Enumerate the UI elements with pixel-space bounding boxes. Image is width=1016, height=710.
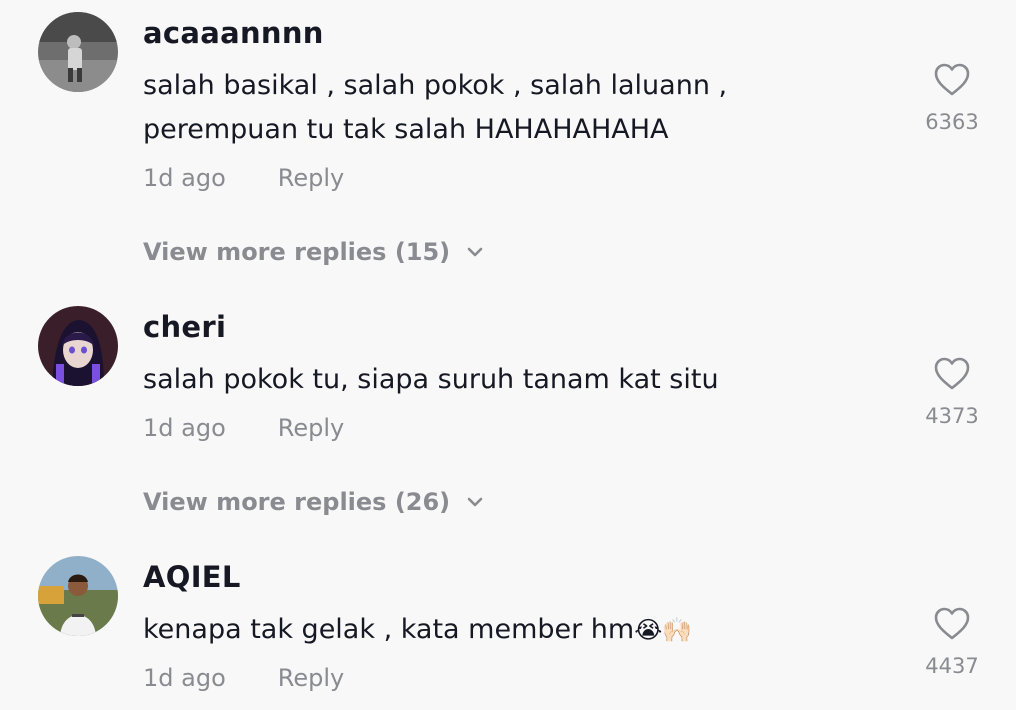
heart-outline-icon <box>922 62 982 98</box>
like-button[interactable]: 6363 <box>922 62 982 134</box>
comment-username[interactable]: acaaannnn <box>143 16 324 50</box>
reply-button[interactable]: Reply <box>278 164 344 192</box>
comment-timestamp: 1d ago <box>143 664 226 692</box>
avatar[interactable] <box>38 306 118 386</box>
comment-meta: 1d ago Reply <box>143 664 344 692</box>
comment-username[interactable]: AQIEL <box>143 560 241 594</box>
comment-timestamp: 1d ago <box>143 164 226 192</box>
like-button[interactable]: 4437 <box>922 606 982 678</box>
comment-text-line: salah pokok tu, siapa suruh tanam kat si… <box>143 364 719 395</box>
comment-text-line: kenapa tak gelak , kata member hm <box>143 614 635 645</box>
comment-username[interactable]: cheri <box>143 310 226 344</box>
heart-outline-icon <box>922 356 982 392</box>
comment-meta: 1d ago Reply <box>143 164 344 192</box>
comment-text-line: salah basikal , salah pokok , salah lalu… <box>143 70 728 101</box>
view-more-replies-label: View more replies (15) <box>143 238 451 266</box>
view-more-replies-button[interactable]: View more replies (15) <box>143 238 486 266</box>
comment-text: salah basikal , salah pokok , salah lalu… <box>143 64 903 152</box>
view-more-replies-label: View more replies (26) <box>143 488 451 516</box>
comment-text: kenapa tak gelak , kata member hm😭🙌🏻 <box>143 608 903 652</box>
comments-panel: acaaannnn salah basikal , salah pokok , … <box>0 0 1016 710</box>
like-count: 6363 <box>925 110 979 134</box>
emoji: 😭🙌🏻 <box>634 616 693 644</box>
comment-timestamp: 1d ago <box>143 414 226 442</box>
like-button[interactable]: 4373 <box>922 356 982 428</box>
like-count: 4437 <box>925 654 979 678</box>
avatar[interactable] <box>38 12 118 92</box>
heart-outline-icon <box>922 606 982 642</box>
reply-button[interactable]: Reply <box>278 414 344 442</box>
reply-button[interactable]: Reply <box>278 664 344 692</box>
comment-meta: 1d ago Reply <box>143 414 344 442</box>
chevron-down-icon <box>464 491 486 513</box>
comment-text: salah pokok tu, siapa suruh tanam kat si… <box>143 358 903 402</box>
avatar[interactable] <box>38 556 118 636</box>
like-count: 4373 <box>925 404 979 428</box>
chevron-down-icon <box>464 241 486 263</box>
comment-text-line: perempuan tu tak salah HAHAHAHAHA <box>143 114 669 145</box>
view-more-replies-button[interactable]: View more replies (26) <box>143 488 486 516</box>
